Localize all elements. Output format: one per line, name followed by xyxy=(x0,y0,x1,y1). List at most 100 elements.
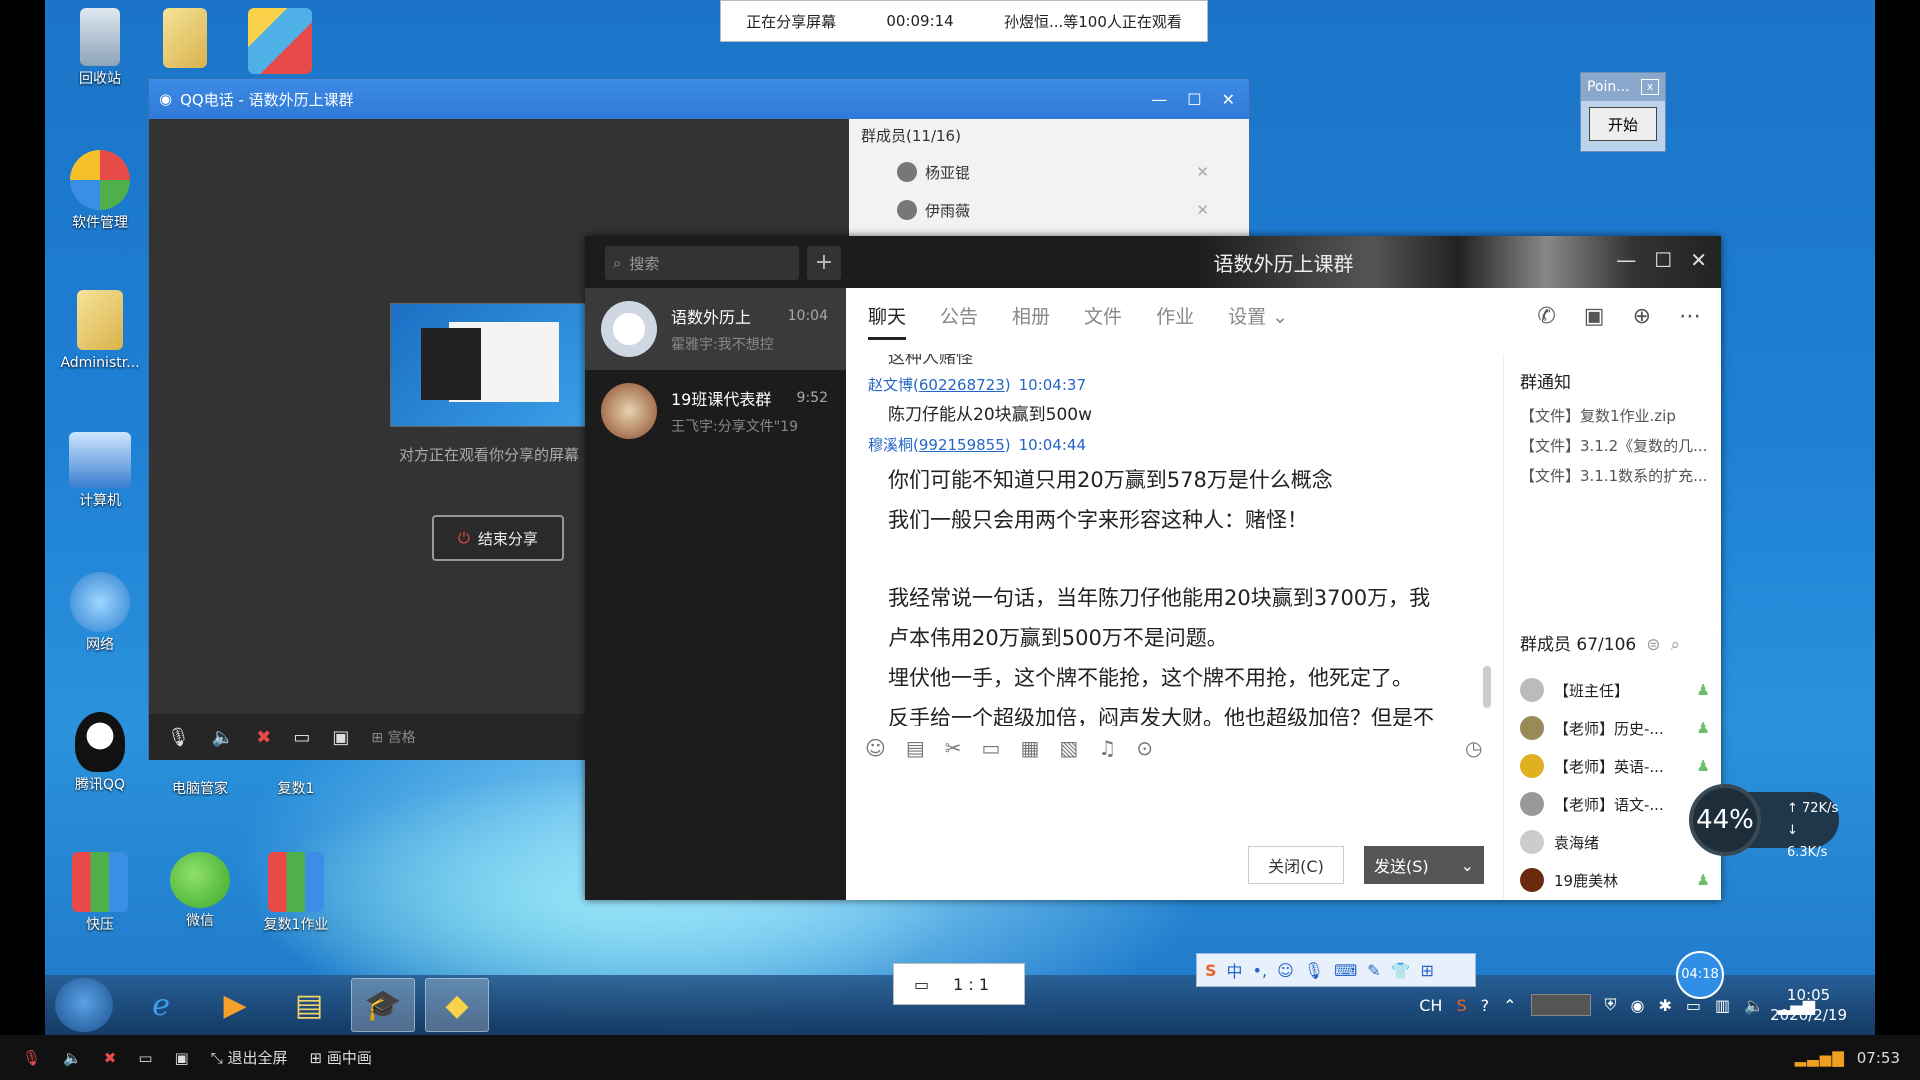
mic-off-icon[interactable]: 🎙 xyxy=(22,1049,41,1067)
video-call-icon[interactable]: ▣ xyxy=(1584,304,1605,329)
volume-icon[interactable]: 🔈 xyxy=(1744,996,1764,1015)
chat-icon[interactable]: ▣ xyxy=(175,1049,189,1067)
camera-off-icon[interactable]: ✖ xyxy=(256,727,271,748)
tools-icon[interactable]: ✎ xyxy=(1367,961,1380,980)
language-indicator[interactable]: CH xyxy=(1419,996,1442,1015)
desktop-icon-folder[interactable] xyxy=(140,8,230,72)
desktop-icon-qq[interactable]: 腾讯QQ xyxy=(55,712,145,794)
notice-file[interactable]: 【文件】3.1.2《复数的几... xyxy=(1520,431,1721,461)
exit-fullscreen-button[interactable]: ⤡ 退出全屏 xyxy=(211,1047,288,1068)
minimize-icon[interactable]: — xyxy=(1616,248,1636,272)
search-input[interactable]: ⌕ 搜索 xyxy=(605,246,799,280)
send-button[interactable]: 发送(S) ⌄ xyxy=(1364,846,1484,884)
desktop-icon-software-manager[interactable]: 软件管理 xyxy=(55,150,145,232)
maximize-icon[interactable]: ☐ xyxy=(1187,90,1201,109)
tab-chat[interactable]: 聊天 xyxy=(868,288,907,346)
member-row[interactable]: 【老师】语文-... xyxy=(1520,786,1710,822)
notice-file[interactable]: 【文件】复数1作业.zip xyxy=(1520,401,1721,431)
explorer-icon[interactable]: ▤ xyxy=(277,978,341,1032)
desktop-icon-network[interactable]: 网络 xyxy=(55,572,145,654)
pointer-tool-start-button[interactable]: 开始 xyxy=(1589,107,1657,141)
ie-icon[interactable]: ℯ xyxy=(129,978,193,1032)
pip-button[interactable]: ⊞ 画中画 xyxy=(309,1047,371,1068)
desktop-icon-winrar[interactable]: 复数1作业 xyxy=(251,852,341,934)
call-member[interactable]: 伊雨薇 ✕ xyxy=(849,191,1249,229)
network-speed-widget[interactable]: ↑ 72K/s ↓ 6.3K/s 44% xyxy=(1689,784,1839,860)
call-member[interactable]: 杨亚锟 ✕ xyxy=(849,153,1249,191)
speaker-icon[interactable]: 🔈 xyxy=(212,727,234,748)
start-button[interactable] xyxy=(55,978,113,1032)
more-icon[interactable]: ⋯ xyxy=(1679,304,1701,329)
tab-announcement[interactable]: 公告 xyxy=(940,288,978,346)
member-row[interactable]: 19鹿美林 ♟ xyxy=(1520,862,1710,898)
close-icon[interactable]: ✕ xyxy=(1222,90,1235,109)
conversation-item-active[interactable]: 语数外历上 霍雅宇:我不想控 10:04 xyxy=(585,288,846,370)
qq-class-icon[interactable]: 🎓 xyxy=(351,978,415,1032)
maximize-icon[interactable]: ☐ xyxy=(1654,248,1672,272)
member-row[interactable]: 袁海绪 xyxy=(1520,824,1710,860)
sogou-logo-icon[interactable]: S xyxy=(1205,961,1217,980)
tab-album[interactable]: 相册 xyxy=(1012,288,1050,346)
pointer-tool-close-button[interactable]: x xyxy=(1641,79,1659,95)
voice-icon[interactable]: 🎙 xyxy=(1304,961,1324,980)
input-box[interactable] xyxy=(1530,994,1591,1016)
desktop-icon-computer[interactable]: 计算机 xyxy=(55,432,145,510)
screen-share-icon[interactable]: ▭ xyxy=(293,727,310,748)
more-circle-icon[interactable]: ⊙ xyxy=(1136,736,1153,760)
image-icon[interactable]: ▧ xyxy=(1059,736,1078,760)
chat-icon[interactable]: ▣ xyxy=(332,727,349,748)
ime-mode[interactable]: 中 xyxy=(1227,958,1243,982)
qq-tray-icon[interactable]: ◉ xyxy=(1631,996,1645,1015)
shield-icon[interactable]: ⛨ xyxy=(1605,995,1617,1015)
grid-view-button[interactable]: ⊞ 宫格 xyxy=(371,727,415,747)
tray-expand-icon[interactable]: ⌃ xyxy=(1503,996,1516,1015)
close-button[interactable]: 关闭(C) xyxy=(1248,846,1344,884)
help-icon[interactable]: ? xyxy=(1481,996,1490,1015)
punctuation-icon[interactable]: •, xyxy=(1253,961,1268,980)
history-clock-icon[interactable]: ◷ xyxy=(1465,736,1482,760)
emoji-icon[interactable]: ☺ xyxy=(1277,961,1294,980)
network-tray-icon[interactable]: ▥ xyxy=(1715,996,1730,1015)
gif-icon[interactable]: ▤ xyxy=(906,736,925,760)
message-scrollbar[interactable] xyxy=(1483,666,1491,708)
camera-off-icon[interactable]: ✖ xyxy=(104,1049,117,1067)
desktop-icon-admin-folder[interactable]: Administr... xyxy=(55,290,145,372)
add-button[interactable]: + xyxy=(807,246,841,280)
member-row[interactable]: 【老师】历史-... ♟ xyxy=(1520,710,1710,746)
share-screen-icon[interactable]: ▭ xyxy=(138,1049,152,1067)
taskbar-clock[interactable]: 10:05 2020/2/19 xyxy=(1770,985,1847,1025)
scissors-icon[interactable]: ✂ xyxy=(945,736,962,760)
sender-id-link[interactable]: 992159855 xyxy=(919,436,1005,454)
member-row[interactable]: 【班主任】 ♟ xyxy=(1520,672,1710,708)
desktop-icon-app[interactable] xyxy=(235,8,325,78)
desktop-icon-kuaiya[interactable]: 快压 xyxy=(55,852,145,934)
folder-icon[interactable]: ▭ xyxy=(982,736,1001,760)
timer-badge[interactable]: 04:18 xyxy=(1676,951,1724,999)
sender-id-link[interactable]: 602268723 xyxy=(919,376,1005,394)
bell-off-icon[interactable]: ♫ xyxy=(1098,736,1116,760)
conversation-item[interactable]: 19班课代表群 王飞宇:分享文件"19 9:52 xyxy=(585,370,846,452)
add-chat-icon[interactable]: ⊕ xyxy=(1633,304,1651,329)
end-share-button[interactable]: ⏻ 结束分享 xyxy=(432,515,564,561)
grid-icon[interactable]: ⊞ xyxy=(1421,961,1434,980)
pointer-app-icon[interactable]: ◆ xyxy=(425,978,489,1032)
media-player-icon[interactable]: ▶ xyxy=(203,978,267,1032)
desktop-icon-recycle-bin[interactable]: 回收站 xyxy=(55,8,145,88)
aspect-ratio-box[interactable]: ▭ 1 : 1 xyxy=(893,963,1025,1005)
bluetooth-icon[interactable]: ✱ xyxy=(1659,996,1672,1015)
member-search-icon[interactable]: ⌕ xyxy=(1670,635,1680,655)
minimize-icon[interactable]: — xyxy=(1151,90,1167,109)
notice-file[interactable]: 【文件】3.1.1数系的扩充... xyxy=(1520,461,1721,491)
close-icon[interactable]: ✕ xyxy=(1690,248,1707,272)
microphone-icon[interactable]: 🎙 xyxy=(167,727,190,748)
chevron-down-icon[interactable]: ⌄ xyxy=(1461,856,1474,875)
emoji-icon[interactable]: ☺ xyxy=(865,736,886,760)
tab-files[interactable]: 文件 xyxy=(1084,288,1122,346)
keyboard-icon[interactable]: ⌨ xyxy=(1334,961,1357,980)
member-row[interactable]: 【老师】英语-... ♟ xyxy=(1520,748,1710,784)
phone-icon[interactable]: ✆ xyxy=(1537,304,1555,329)
member-settings-icon[interactable]: ⊜ xyxy=(1646,635,1660,655)
sogou-icon[interactable]: S xyxy=(1456,996,1466,1015)
desktop-icon-wechat[interactable]: 微信 xyxy=(155,852,245,930)
speaker-icon[interactable]: 🔈 xyxy=(63,1049,82,1067)
